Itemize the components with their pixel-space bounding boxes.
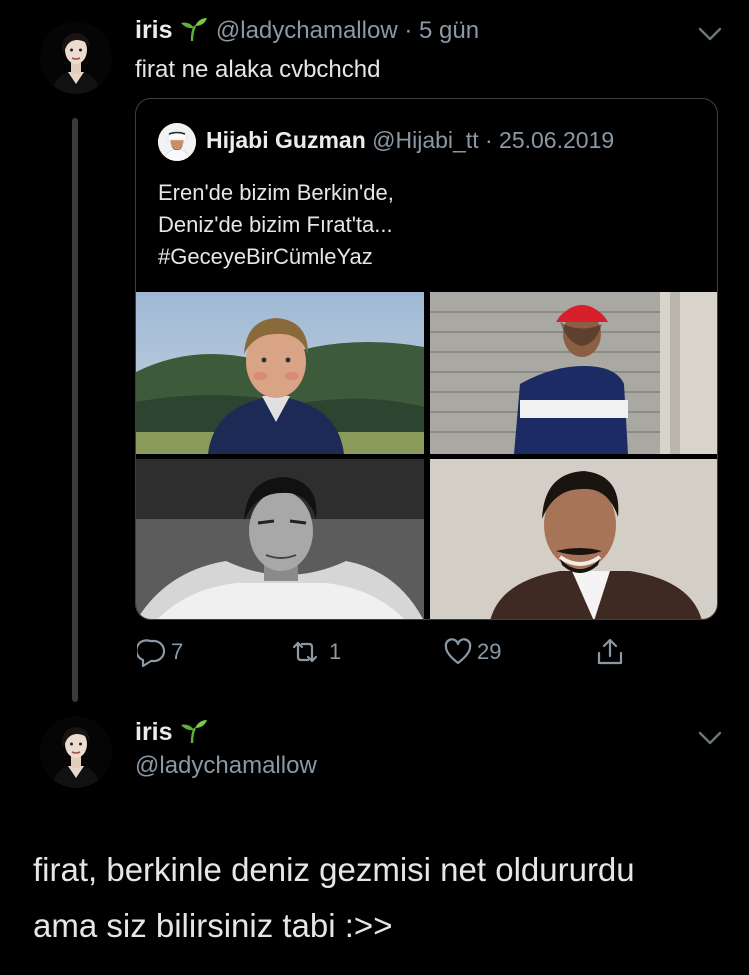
- display-name[interactable]: iris: [135, 718, 173, 746]
- photo-boy-in-blue-jacket[interactable]: [136, 292, 424, 454]
- timestamp[interactable]: 5 gün: [419, 17, 479, 44]
- sprout-emoji: [181, 720, 208, 744]
- separator: ·: [484, 127, 493, 153]
- handle[interactable]: @ladychamallow: [216, 17, 398, 44]
- share-icon: [597, 638, 623, 665]
- like-button[interactable]: 29: [443, 636, 501, 668]
- chevron-down-icon[interactable]: [696, 24, 724, 44]
- chevron-down-icon[interactable]: [696, 728, 724, 748]
- quoted-avatar[interactable]: [158, 123, 196, 161]
- photo-bw-man-fur-collar[interactable]: [136, 459, 424, 619]
- tweet-line: firat, berkinle deniz gezmisi net olduru…: [33, 851, 635, 888]
- photo-smiling-man-mustache[interactable]: [430, 459, 717, 619]
- photo-grid: [136, 292, 717, 619]
- reply-button[interactable]: 7: [137, 636, 183, 668]
- hashtag-link[interactable]: #GeceyeBirCümleYaz: [158, 241, 394, 273]
- handle[interactable]: @ladychamallow: [135, 752, 317, 780]
- like-count: 29: [477, 639, 502, 664]
- quoted-line: Deniz'de bizim Fırat'ta...: [158, 212, 393, 237]
- sprout-emoji: [181, 18, 208, 42]
- share-button[interactable]: [595, 636, 625, 668]
- avatar[interactable]: [40, 22, 112, 94]
- like-icon: [444, 638, 472, 665]
- tweet-header: iris: [135, 718, 209, 747]
- quoted-tweet[interactable]: Hijabi Guzman @Hijabi_tt · 25.06.2019 Er…: [135, 98, 718, 620]
- reply-icon: [137, 639, 166, 667]
- display-name[interactable]: iris: [135, 16, 173, 44]
- quoted-text: Eren'de bizim Berkin'de, Deniz'de bizim …: [158, 177, 394, 273]
- tweet-text: firat, berkinle deniz gezmisi net olduru…: [33, 842, 635, 954]
- retweet-count: 1: [329, 639, 342, 664]
- tweet-header: iris @ladychamallow · 5 gün: [135, 16, 479, 45]
- quoted-display-name[interactable]: Hijabi Guzman: [206, 127, 366, 153]
- retweet-button[interactable]: 1: [285, 636, 341, 668]
- reply-count: 7: [171, 639, 184, 664]
- thread-line: [72, 118, 78, 702]
- quoted-date[interactable]: 25.06.2019: [499, 127, 614, 153]
- quoted-header: Hijabi Guzman @Hijabi_tt · 25.06.2019: [206, 127, 614, 154]
- quoted-line: Eren'de bizim Berkin'de,: [158, 180, 394, 205]
- quoted-handle[interactable]: @Hijabi_tt: [372, 127, 478, 153]
- avatar[interactable]: [40, 716, 112, 788]
- retweet-icon: [292, 641, 318, 663]
- tweet-text: firat ne alaka cvbchchd: [135, 56, 381, 83]
- separator: ·: [404, 17, 413, 44]
- tweet-line: ama siz bilirsiniz tabi :>>: [33, 907, 393, 944]
- photo-teen-red-cap[interactable]: [430, 292, 717, 454]
